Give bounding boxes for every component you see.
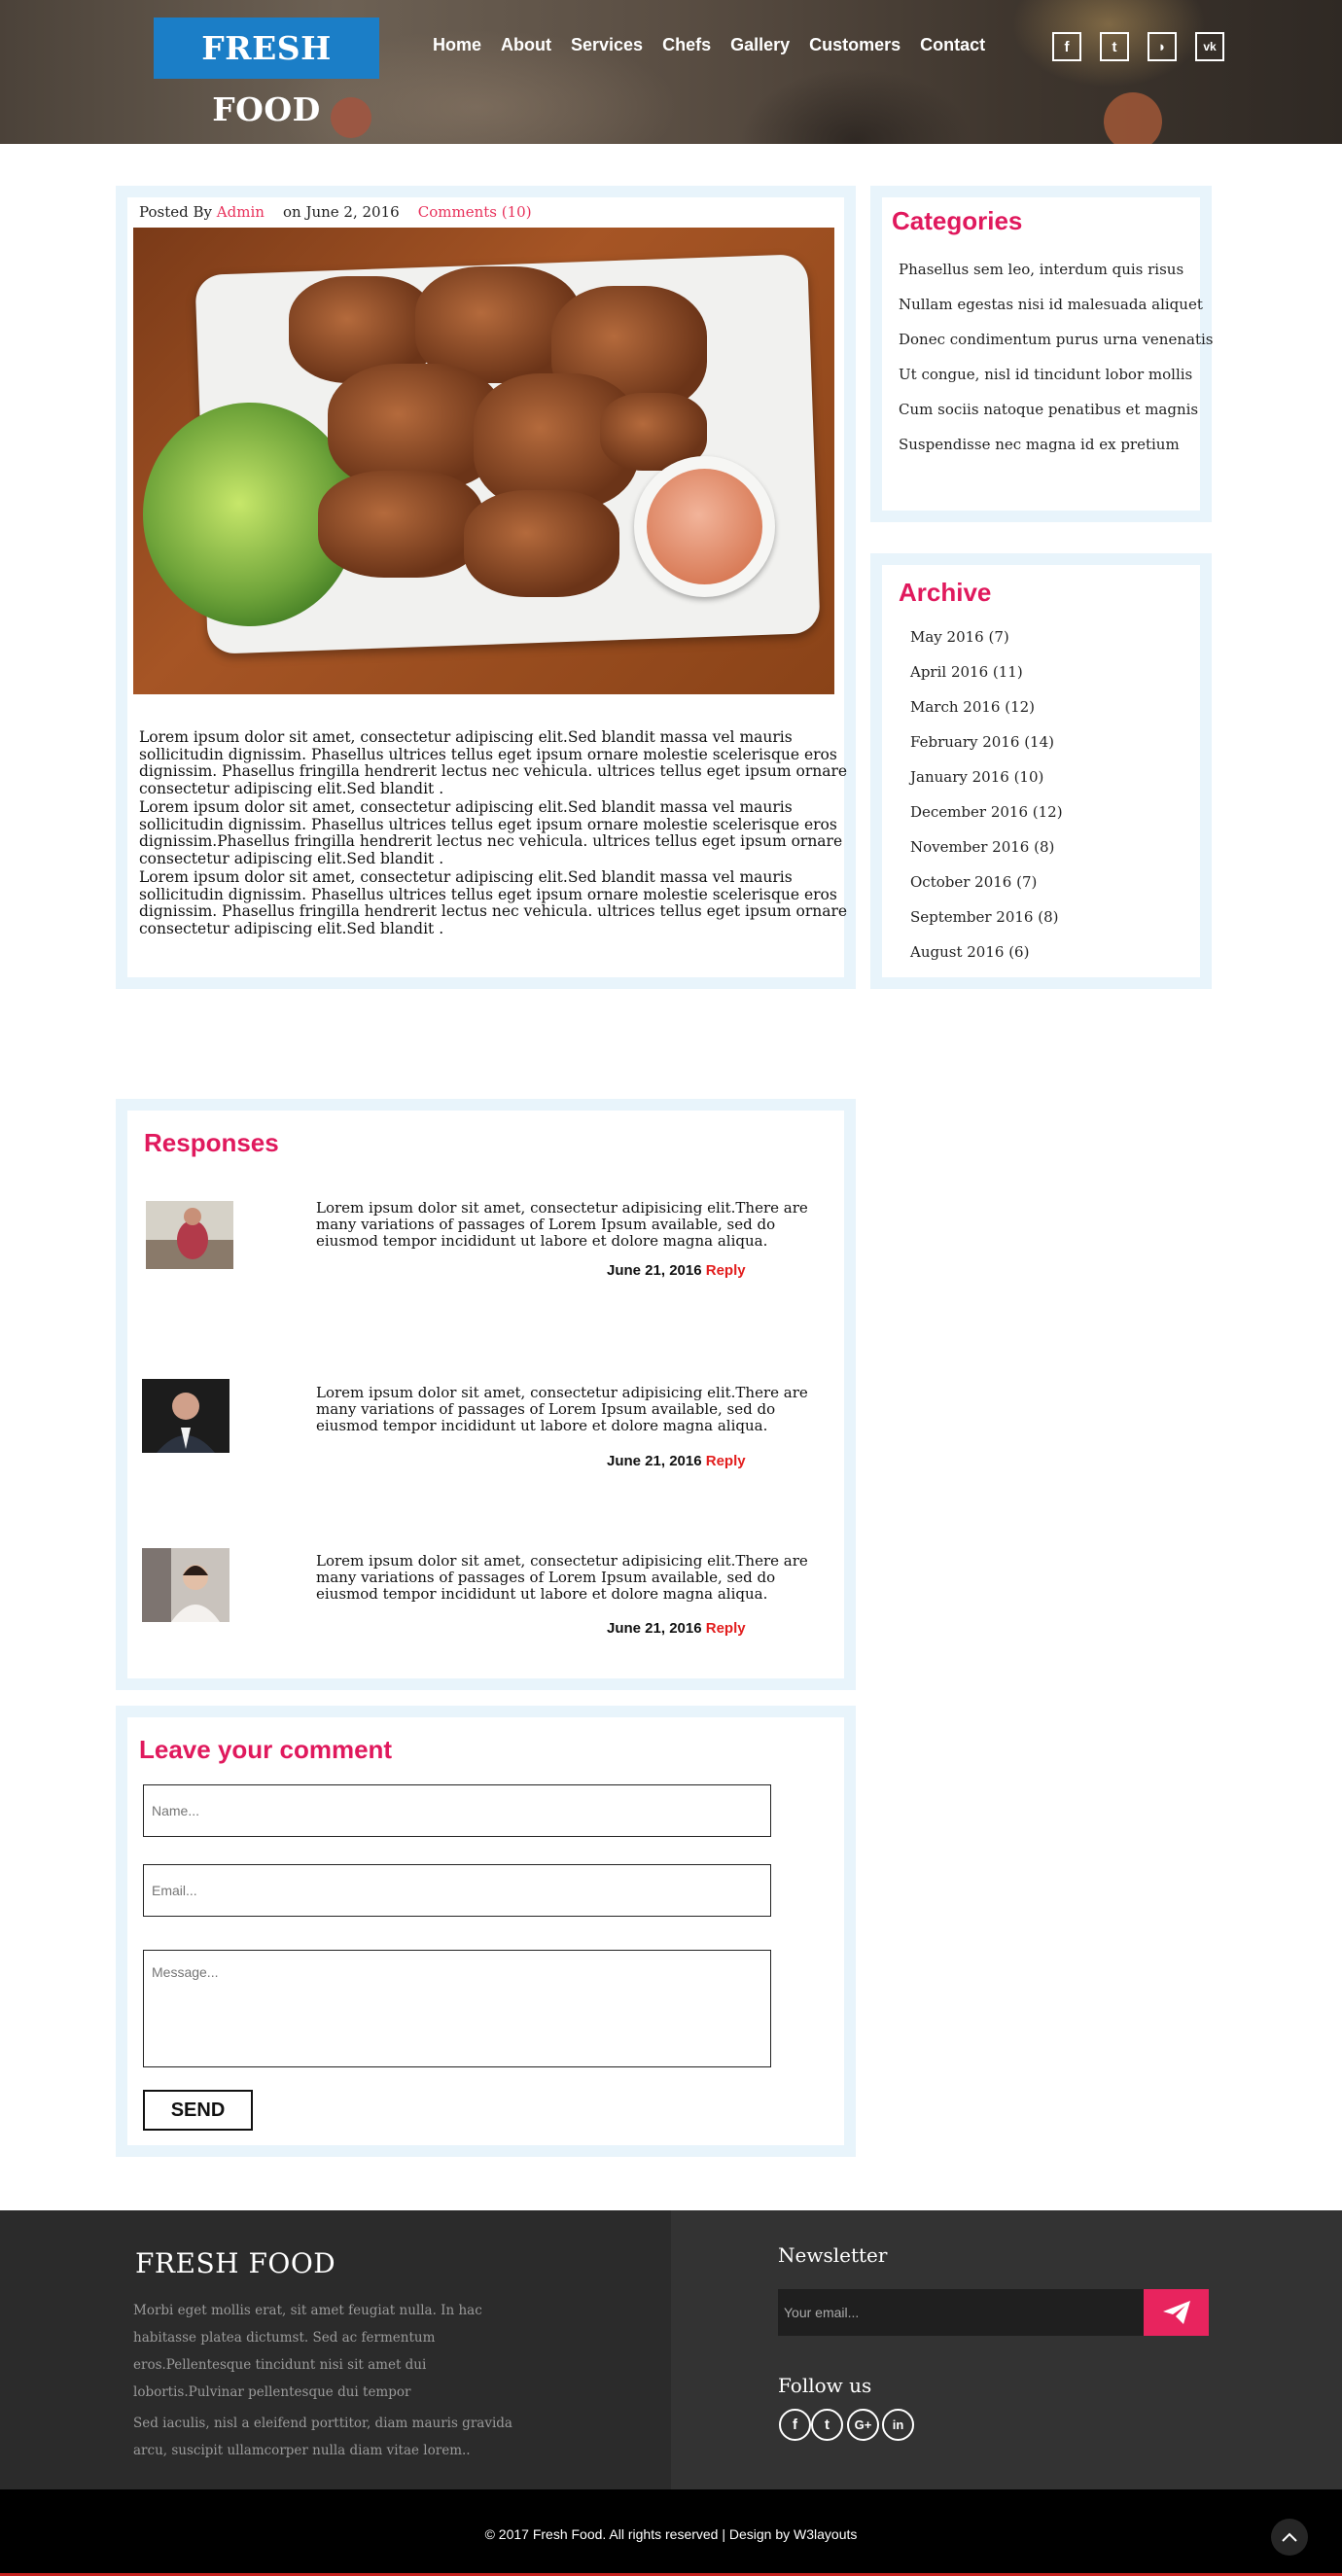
main-nav: Home About Services Chefs Gallery Custom… — [433, 35, 1005, 55]
archive-link[interactable]: January 2016 (10) — [910, 768, 1043, 786]
archive-link[interactable]: April 2016 (11) — [910, 663, 1023, 681]
category-link[interactable]: Donec condimentum purus urna venenatis — [899, 331, 1213, 348]
nav-gallery[interactable]: Gallery — [730, 35, 790, 55]
twitter-icon[interactable]: t — [1100, 32, 1129, 61]
reply-link[interactable]: Reply — [706, 1262, 746, 1279]
header-bg-shadow — [739, 68, 972, 144]
google-plus-icon[interactable]: G+ — [847, 2409, 879, 2441]
header-social-links: f t ◗ vk — [1052, 32, 1224, 61]
post-paragraph: Lorem ipsum dolor sit amet, consectetur … — [139, 728, 848, 797]
site-logo[interactable]: FRESH FOOD — [154, 18, 379, 128]
archive-link[interactable]: March 2016 (12) — [910, 698, 1035, 716]
nav-contact[interactable]: Contact — [920, 35, 985, 55]
avatar — [146, 1201, 233, 1269]
post-meta: Posted By Admin on June 2, 2016 Comments… — [139, 203, 532, 221]
newsletter-title: Newsletter — [778, 2243, 888, 2267]
avatar-image — [146, 1201, 233, 1269]
post-comments-link[interactable]: Comments (10) — [418, 203, 532, 221]
rss-icon[interactable]: ◗ — [1148, 32, 1177, 61]
category-link[interactable]: Suspendisse nec magna id ex pretium — [899, 436, 1180, 453]
reply-link[interactable]: Reply — [706, 1453, 746, 1469]
message-input[interactable] — [143, 1950, 771, 2067]
archive-link[interactable]: February 2016 (14) — [910, 733, 1054, 751]
categories-panel-inner — [882, 197, 1200, 511]
response-date: June 21, 2016 — [607, 1620, 702, 1637]
vk-icon[interactable]: vk — [1195, 32, 1224, 61]
category-link[interactable]: Cum sociis natoque penatibus et magnis — [899, 401, 1198, 418]
facebook-icon[interactable]: f — [779, 2409, 811, 2441]
footer-title: FRESH FOOD — [135, 2247, 336, 2279]
categories-title: Categories — [892, 206, 1023, 235]
responses-title: Responses — [144, 1128, 279, 1157]
facebook-icon[interactable]: f — [1052, 32, 1081, 61]
linkedin-icon[interactable]: in — [882, 2409, 914, 2441]
scroll-to-top-button[interactable] — [1271, 2519, 1308, 2556]
archive-link[interactable]: October 2016 (7) — [910, 873, 1037, 891]
chicken-wing — [318, 471, 483, 578]
email-input[interactable] — [143, 1864, 771, 1917]
comment-form-title: Leave your comment — [139, 1735, 393, 1764]
chicken-wing — [464, 490, 619, 597]
chevron-up-icon — [1282, 2532, 1297, 2542]
avatar-image — [142, 1379, 230, 1453]
nav-customers[interactable]: Customers — [809, 35, 901, 55]
comment-form-inner — [127, 1717, 844, 2145]
archive-link[interactable]: November 2016 (8) — [910, 838, 1054, 856]
twitter-icon[interactable]: t — [811, 2409, 843, 2441]
avatar — [142, 1379, 230, 1453]
response-meta: June 21, 2016 Reply — [607, 1262, 746, 1279]
response-text: Lorem ipsum dolor sit amet, consectetur … — [316, 1199, 808, 1250]
copyright: © 2017 Fresh Food. All rights reserved |… — [484, 2526, 858, 2542]
response-text: Lorem ipsum dolor sit amet, consectetur … — [316, 1384, 808, 1434]
posted-by-label: Posted By — [139, 203, 212, 221]
archive-title: Archive — [899, 578, 992, 607]
send-plane-icon — [1162, 2301, 1190, 2324]
header-bg-fruit — [331, 97, 371, 138]
nav-home[interactable]: Home — [433, 35, 481, 55]
response-meta: June 21, 2016 Reply — [607, 1620, 746, 1637]
dipping-sauce — [647, 469, 762, 584]
response-text: Lorem ipsum dolor sit amet, consectetur … — [316, 1552, 808, 1603]
response-meta: June 21, 2016 Reply — [607, 1453, 746, 1469]
reply-link[interactable]: Reply — [706, 1620, 746, 1637]
header-bg-fruit — [1104, 92, 1162, 144]
newsletter-submit-button[interactable] — [1144, 2289, 1209, 2336]
category-link[interactable]: Nullam egestas nisi id malesuada aliquet — [899, 296, 1203, 313]
send-button[interactable]: SEND — [143, 2090, 253, 2131]
footer-paragraph: Morbi eget mollis erat, sit amet feugiat… — [133, 2303, 482, 2400]
footer-paragraph: Sed iaculis, nisl a eleifend porttitor, … — [133, 2416, 512, 2458]
newsletter-email-input[interactable]: Your email... — [778, 2289, 1144, 2336]
post-image — [133, 228, 834, 694]
post-paragraph: Lorem ipsum dolor sit amet, consectetur … — [139, 798, 843, 867]
post-paragraph: Lorem ipsum dolor sit amet, consectetur … — [139, 868, 848, 937]
response-date: June 21, 2016 — [607, 1453, 702, 1469]
avatar — [142, 1548, 230, 1622]
post-date: on June 2, 2016 — [282, 203, 400, 221]
archive-link[interactable]: August 2016 (6) — [910, 943, 1029, 961]
archive-link[interactable]: September 2016 (8) — [910, 908, 1059, 926]
response-date: June 21, 2016 — [607, 1262, 702, 1279]
footer-newsletter — [671, 2210, 1342, 2489]
category-link[interactable]: Phasellus sem leo, interdum quis risus — [899, 261, 1183, 278]
follow-title: Follow us — [778, 2374, 872, 2397]
post-author-link[interactable]: Admin — [217, 203, 265, 221]
archive-link[interactable]: December 2016 (12) — [910, 803, 1063, 821]
archive-link[interactable]: May 2016 (7) — [910, 628, 1009, 646]
nav-chefs[interactable]: Chefs — [662, 35, 711, 55]
name-input[interactable] — [143, 1784, 771, 1837]
nav-about[interactable]: About — [501, 35, 551, 55]
avatar-image — [142, 1548, 230, 1622]
category-link[interactable]: Ut congue, nisl id tincidunt lobor molli… — [899, 366, 1192, 383]
nav-services[interactable]: Services — [571, 35, 643, 55]
